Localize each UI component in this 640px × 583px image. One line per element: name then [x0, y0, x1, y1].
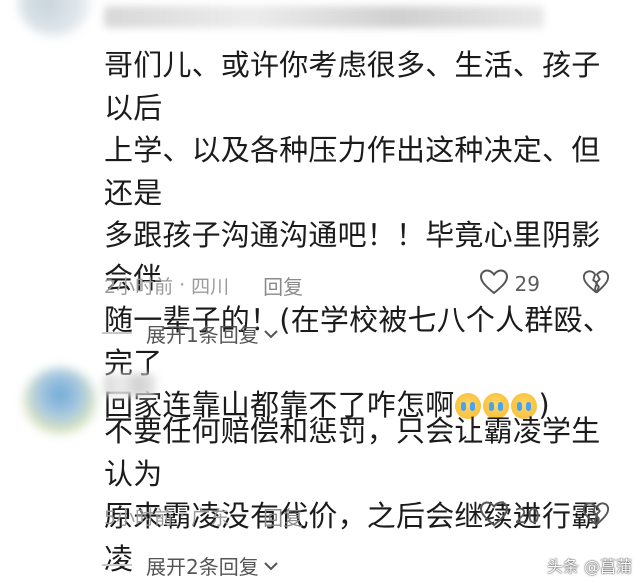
- chevron-down-icon: [263, 553, 279, 577]
- comment-time: 5小时前: [104, 506, 174, 529]
- username-blurred[interactable]: [104, 6, 544, 28]
- like-button[interactable]: 20: [479, 500, 540, 532]
- divider-line: [102, 332, 132, 334]
- comment-time: 2小时前: [104, 275, 174, 298]
- like-button[interactable]: 29: [479, 268, 540, 300]
- comment-actions: 29: [479, 267, 610, 301]
- comment-location: 广东: [191, 506, 230, 529]
- like-count: 29: [514, 272, 540, 296]
- comment-actions: 20: [479, 499, 610, 533]
- reply-button[interactable]: 回复: [263, 271, 303, 300]
- avatar[interactable]: [18, 0, 90, 36]
- broken-heart-icon[interactable]: [582, 500, 610, 532]
- divider-line: [102, 564, 132, 566]
- watermark: 头条 @菖蒲: [546, 557, 632, 576]
- expand-replies-button[interactable]: 展开2条回复: [102, 550, 279, 580]
- comment-text: 哥们儿、或许你考虑很多、生活、孩子以后 上学、以及各种压力作出这种决定、但还是 …: [104, 48, 612, 422]
- chevron-down-icon: [263, 321, 279, 345]
- comment-location: 四川: [191, 275, 230, 298]
- username-blurred[interactable]: [104, 374, 156, 396]
- expand-replies-label: 展开2条回复: [146, 554, 259, 579]
- expand-replies-button[interactable]: 展开1条回复: [102, 318, 279, 348]
- heart-outline-icon: [479, 500, 509, 532]
- heart-outline-icon: [479, 268, 509, 300]
- comment-meta: 2小时前 · 四川 回复: [104, 270, 303, 300]
- avatar[interactable]: [24, 368, 96, 434]
- like-count: 20: [514, 504, 540, 528]
- broken-heart-icon[interactable]: [582, 268, 610, 300]
- comment-meta: 5小时前 · 广东 回复: [104, 501, 303, 531]
- expand-replies-label: 展开1条回复: [146, 322, 259, 347]
- reply-button[interactable]: 回复: [263, 502, 303, 531]
